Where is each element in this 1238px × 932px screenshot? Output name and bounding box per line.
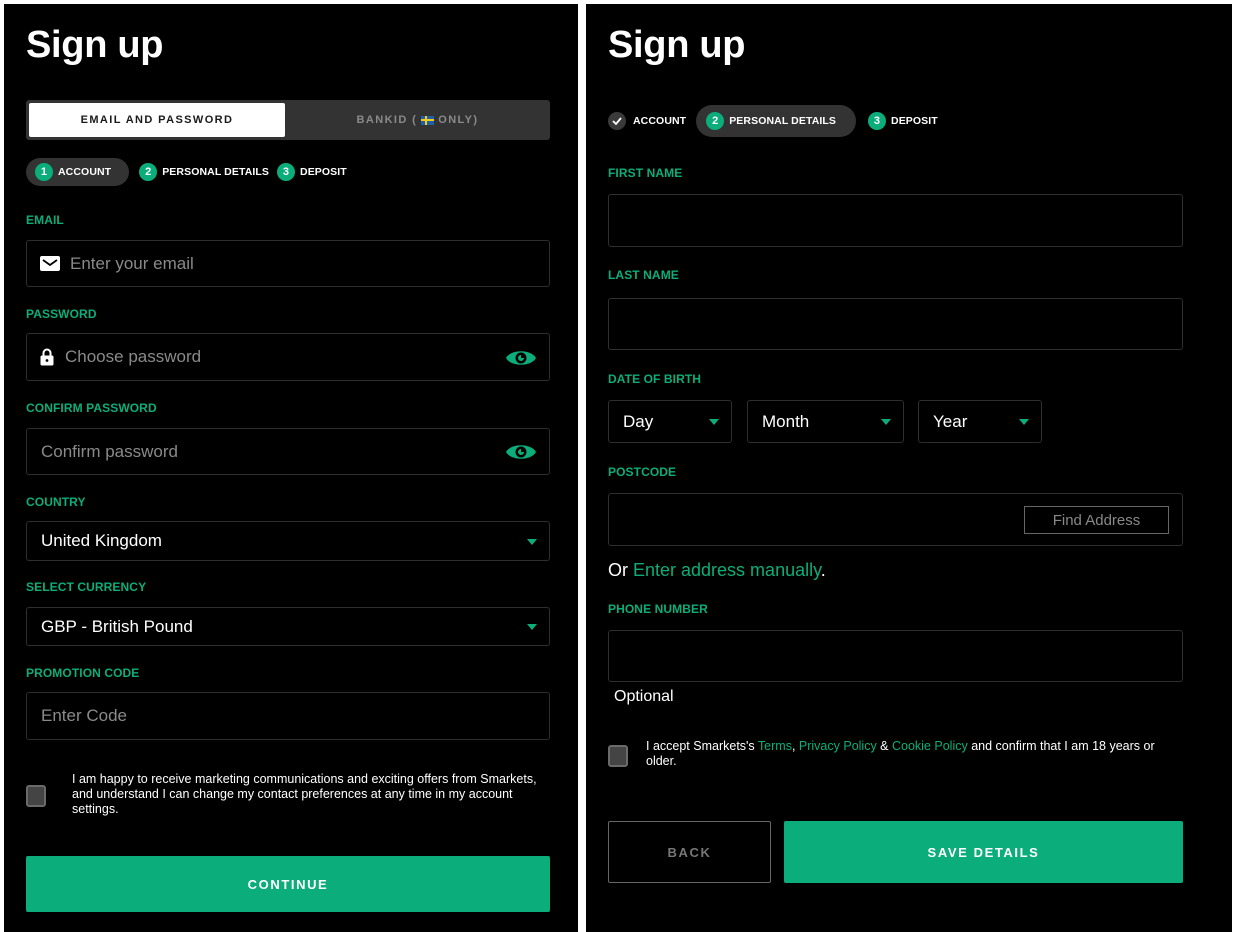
last-name-label: LAST NAME — [608, 268, 679, 282]
tab-label-suffix: ONLY) — [438, 114, 479, 126]
manual-address-prefix: Or — [608, 560, 633, 580]
promo-code-placeholder: Enter Code — [41, 706, 127, 725]
tab-label: EMAIL AND PASSWORD — [80, 114, 234, 126]
eye-icon[interactable] — [505, 348, 537, 368]
dob-year-value: Year — [933, 411, 968, 431]
currency-value: GBP - British Pound — [41, 616, 193, 636]
chevron-down-icon — [1019, 419, 1029, 425]
postcode-field[interactable]: Find Address — [608, 493, 1183, 546]
step-account: ACCOUNT — [608, 107, 690, 135]
step-label: ACCOUNT — [633, 115, 687, 127]
dob-month-select[interactable]: Month — [747, 400, 904, 443]
manual-address-suffix: . — [820, 560, 826, 580]
terms-text-part: I accept Smarkets's — [646, 739, 758, 753]
page-title: Sign up — [26, 24, 164, 66]
step-deposit: 3 DEPOSIT — [868, 107, 942, 135]
step-account: 1 ACCOUNT — [26, 158, 130, 186]
eye-icon[interactable] — [505, 442, 537, 462]
tab-email-and-password[interactable]: EMAIL AND PASSWORD — [29, 103, 285, 137]
envelope-icon — [40, 256, 60, 271]
page-title: Sign up — [608, 24, 746, 66]
password-placeholder: Choose password — [65, 347, 202, 366]
privacy-policy-link[interactable]: Privacy Policy — [799, 739, 877, 753]
continue-button[interactable]: CONTINUE — [26, 856, 550, 912]
signup-personal-details-panel: Sign up ACCOUNT 2 PERSONAL DETAILS 3 DEP… — [586, 4, 1232, 932]
save-details-button[interactable]: SAVE DETAILS — [784, 821, 1183, 883]
signup-method-tabs: EMAIL AND PASSWORD BANKID ( ONLY) — [26, 100, 550, 140]
signup-account-panel: Sign up EMAIL AND PASSWORD BANKID ( ONLY… — [4, 4, 578, 932]
marketing-consent-text: I am happy to receive marketing communic… — [72, 772, 537, 816]
phone-number-field[interactable] — [608, 630, 1183, 682]
tab-label-prefix: BANKID ( — [356, 114, 418, 126]
step-label: DEPOSIT — [891, 115, 938, 127]
step-label: ACCOUNT — [58, 166, 112, 178]
chevron-down-icon — [527, 539, 537, 545]
step-label: PERSONAL DETAILS — [729, 115, 837, 127]
dob-year-select[interactable]: Year — [918, 400, 1042, 443]
signup-stepper: ACCOUNT 2 PERSONAL DETAILS 3 DEPOSIT — [608, 105, 942, 137]
confirm-password-label: CONFIRM PASSWORD — [26, 401, 157, 415]
confirm-password-field[interactable]: Confirm password — [26, 428, 550, 475]
tab-bankid[interactable]: BANKID ( ONLY) — [288, 103, 547, 137]
first-name-field[interactable] — [608, 194, 1183, 247]
marketing-consent-checkbox[interactable] — [26, 785, 46, 807]
dob-day-value: Day — [623, 411, 654, 431]
first-name-label: FIRST NAME — [608, 166, 683, 180]
terms-checkbox[interactable] — [608, 745, 628, 767]
country-label: COUNTRY — [26, 495, 86, 509]
step-number-badge: 3 — [277, 163, 296, 181]
country-select[interactable]: United Kingdom — [26, 521, 550, 561]
terms-text-part: , — [791, 739, 799, 753]
enter-address-manually-link[interactable]: Enter address manually — [633, 560, 821, 580]
manual-address-line: Or Enter address manually. — [608, 560, 826, 581]
terms-text: I accept Smarkets's Terms, Privacy Polic… — [646, 739, 1176, 769]
confirm-password-placeholder: Confirm password — [41, 441, 178, 461]
signup-stepper: 1 ACCOUNT 2 PERSONAL DETAILS 3 DEPOSIT — [26, 158, 351, 186]
back-button[interactable]: BACK — [608, 821, 771, 883]
email-placeholder: Enter your email — [70, 253, 194, 273]
terms-text-part: & — [876, 739, 892, 753]
chevron-down-icon — [881, 419, 891, 425]
password-field[interactable]: Choose password — [26, 333, 550, 381]
step-deposit: 3 DEPOSIT — [277, 158, 351, 186]
promo-code-field[interactable]: Enter Code — [26, 692, 550, 740]
cookie-policy-link[interactable]: Cookie Policy — [892, 739, 968, 753]
dob-day-select[interactable]: Day — [608, 400, 732, 443]
dob-month-value: Month — [762, 411, 810, 431]
step-number-badge: 1 — [35, 163, 53, 181]
step-personal-details: 2 PERSONAL DETAILS — [139, 158, 273, 186]
last-name-field[interactable] — [608, 298, 1183, 350]
chevron-down-icon — [527, 624, 537, 630]
step-number-badge: 2 — [706, 112, 725, 130]
step-label: DEPOSIT — [300, 166, 347, 178]
sweden-flag-icon — [421, 115, 435, 125]
email-label: EMAIL — [26, 213, 64, 227]
step-personal-details: 2 PERSONAL DETAILS — [696, 105, 857, 137]
check-icon — [608, 112, 626, 130]
phone-number-label: PHONE NUMBER — [608, 602, 708, 616]
step-number-badge: 3 — [868, 112, 887, 130]
currency-select[interactable]: GBP - British Pound — [26, 607, 550, 646]
country-value: United Kingdom — [41, 531, 162, 550]
currency-label: SELECT CURRENCY — [26, 580, 147, 594]
chevron-down-icon — [709, 419, 719, 425]
find-address-button[interactable]: Find Address — [1024, 506, 1169, 534]
promo-code-label: PROMOTION CODE — [26, 666, 140, 680]
email-field[interactable]: Enter your email — [26, 240, 550, 287]
postcode-label: POSTCODE — [608, 465, 677, 479]
phone-optional-hint: Optional — [614, 688, 674, 705]
password-label: PASSWORD — [26, 307, 97, 321]
lock-icon — [40, 348, 54, 366]
date-of-birth-label: DATE OF BIRTH — [608, 372, 702, 386]
step-number-badge: 2 — [139, 163, 158, 181]
terms-link[interactable]: Terms — [758, 739, 792, 753]
step-label: PERSONAL DETAILS — [162, 166, 270, 178]
